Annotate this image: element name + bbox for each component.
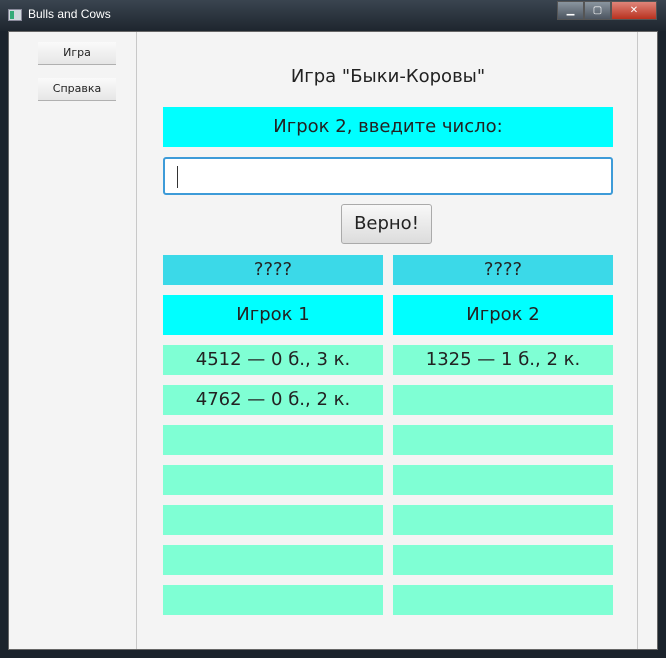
prompt-label: Игрок 2, введите число: — [163, 107, 613, 147]
guess-row: 4762 — 0 б., 2 к. — [163, 385, 383, 415]
maximize-button[interactable]: ▢ — [584, 1, 611, 20]
player-header-2: Игрок 2 — [393, 295, 613, 335]
guess-row — [393, 545, 613, 575]
guess-row — [393, 585, 613, 615]
sidebar: Игра Справка — [9, 32, 137, 649]
text-caret — [177, 166, 178, 188]
number-input[interactable] — [163, 157, 613, 195]
guess-row — [163, 545, 383, 575]
guess-row — [163, 465, 383, 495]
client-area: Игра Справка Игра "Быки-Коровы" Игрок 2,… — [8, 31, 658, 650]
guess-row — [393, 505, 613, 535]
guess-row — [393, 465, 613, 495]
window-title: Bulls and Cows — [28, 7, 111, 21]
guess-row — [163, 585, 383, 615]
submit-button[interactable]: Верно! — [341, 204, 432, 244]
guess-row — [393, 425, 613, 455]
player-header-1: Игрок 1 — [163, 295, 383, 335]
guess-row: 1325 — 1 б., 2 к. — [393, 345, 613, 375]
title-bar: Bulls and Cows ▁ ▢ ✕ — [0, 0, 666, 31]
guess-row — [393, 385, 613, 415]
secret-number-player-2: ???? — [393, 255, 613, 285]
secret-number-player-1: ???? — [163, 255, 383, 285]
app-icon — [8, 9, 22, 21]
guess-row: 4512 — 0 б., 3 к. — [163, 345, 383, 375]
minimize-button[interactable]: ▁ — [557, 1, 584, 20]
guess-row — [163, 505, 383, 535]
sidebar-item-game[interactable]: Игра — [38, 42, 116, 65]
sidebar-item-help[interactable]: Справка — [38, 78, 116, 101]
game-panel: Игра "Быки-Коровы" Игрок 2, введите числ… — [138, 32, 638, 649]
page-title: Игра "Быки-Коровы" — [290, 66, 486, 87]
guess-row — [163, 425, 383, 455]
close-button[interactable]: ✕ — [611, 1, 657, 20]
